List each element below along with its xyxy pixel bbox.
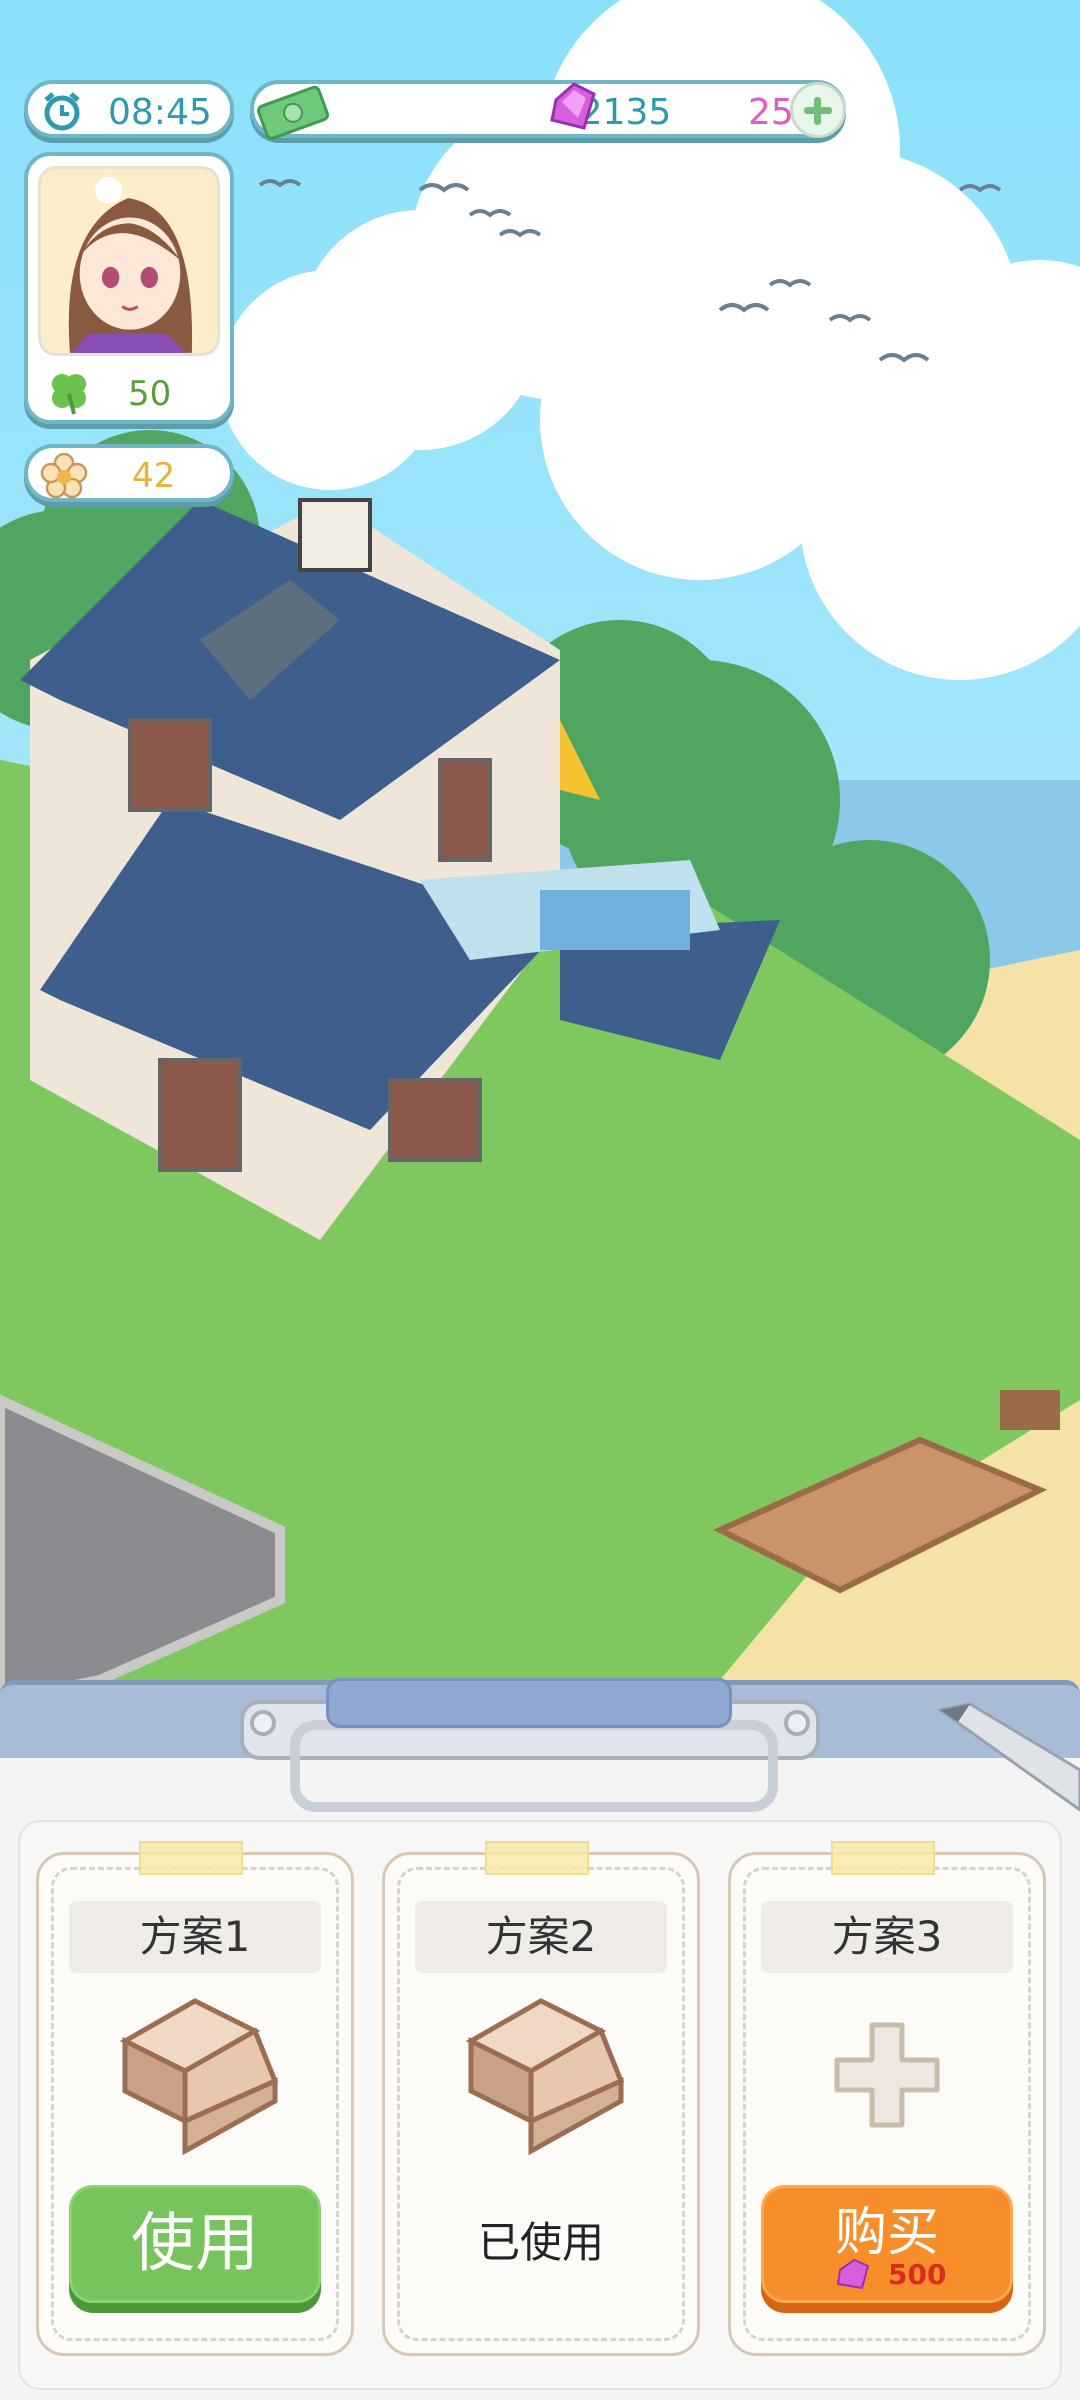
plan-title: 方案1 bbox=[69, 1901, 321, 1973]
tape bbox=[831, 1841, 935, 1875]
clip-rivet-right bbox=[784, 1710, 810, 1736]
gem-icon bbox=[836, 2258, 870, 2290]
gem-icon bbox=[550, 82, 596, 130]
tape bbox=[485, 1841, 589, 1875]
flower-count: 42 bbox=[132, 456, 176, 496]
player-profile[interactable]: 50 bbox=[24, 152, 234, 424]
avatar-portrait bbox=[68, 176, 193, 353]
plan-title: 方案2 bbox=[415, 1901, 667, 1973]
resource-bar: 12135 25 bbox=[250, 80, 846, 140]
flower-counter: 42 bbox=[24, 444, 234, 502]
clover-counter: 50 bbox=[28, 364, 230, 416]
clover-icon bbox=[52, 374, 86, 415]
floorplan-icon bbox=[119, 1998, 279, 2156]
clipboard-bar bbox=[326, 1678, 732, 1728]
time-display: 08:45 bbox=[24, 80, 234, 138]
plan-title: 方案3 bbox=[761, 1901, 1013, 1973]
plan-card-1[interactable]: 方案1 使用 bbox=[36, 1841, 354, 2356]
flower-icon bbox=[40, 452, 88, 499]
plan-card-2[interactable]: 方案2 已使用 bbox=[382, 1841, 700, 2356]
tape bbox=[139, 1841, 243, 1875]
add-gems-button[interactable] bbox=[790, 82, 846, 138]
plan-card-3[interactable]: 方案3 购买 500 bbox=[728, 1841, 1046, 2356]
buy-price: 500 bbox=[888, 2258, 947, 2291]
pencil-icon bbox=[936, 1702, 1080, 1812]
use-button[interactable]: 使用 bbox=[69, 2185, 321, 2303]
add-plan-icon bbox=[834, 2022, 940, 2128]
gem-amount: 25 bbox=[748, 92, 794, 133]
in-use-label: 已使用 bbox=[477, 2218, 604, 2267]
alarm-clock-icon bbox=[44, 92, 80, 131]
clip-rivet-left bbox=[250, 1710, 276, 1736]
clover-count: 50 bbox=[128, 374, 172, 414]
time-text: 08:45 bbox=[108, 92, 212, 133]
buy-label: 购买 bbox=[834, 2203, 939, 2263]
floorplan-icon bbox=[465, 1998, 625, 2156]
clipboard-ring bbox=[290, 1720, 778, 1812]
cash-icon bbox=[257, 85, 330, 140]
money-amount: 12135 bbox=[556, 92, 672, 133]
buy-button[interactable]: 购买 500 bbox=[761, 2185, 1013, 2303]
avatar[interactable] bbox=[38, 166, 220, 356]
